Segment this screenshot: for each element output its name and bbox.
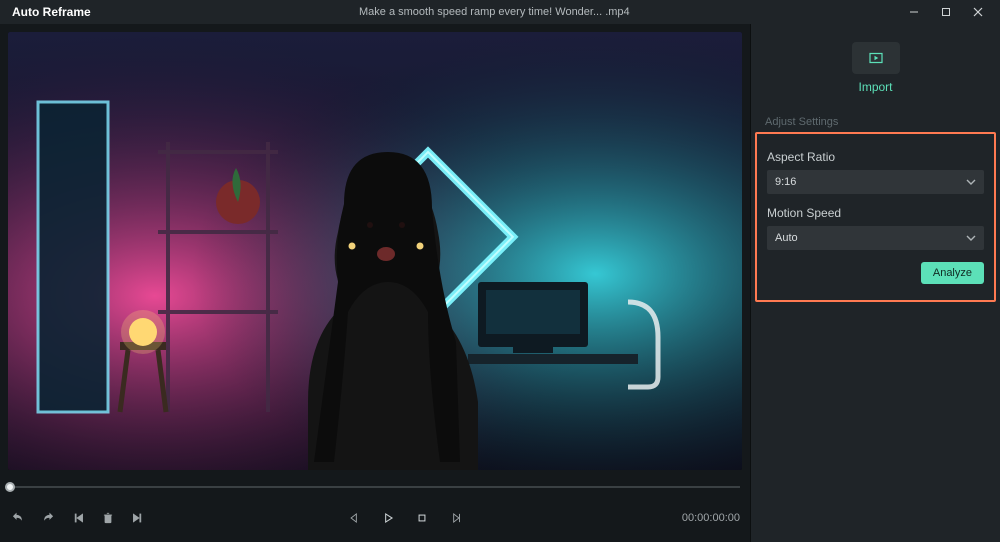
- maximize-button[interactable]: [930, 0, 962, 24]
- file-title: Make a smooth speed ramp every time! Won…: [91, 6, 898, 18]
- timeline-playhead[interactable]: [5, 482, 15, 492]
- video-frame-illustration: [8, 32, 742, 470]
- title-bar: Auto Reframe Make a smooth speed ramp ev…: [0, 0, 1000, 24]
- chevron-down-icon: [966, 233, 976, 243]
- aspect-ratio-value: 9:16: [775, 176, 796, 188]
- app-title: Auto Reframe: [6, 5, 91, 19]
- minimize-icon: [909, 7, 919, 17]
- jump-end-button[interactable]: [130, 510, 146, 526]
- step-forward-button[interactable]: [448, 510, 464, 526]
- window-buttons: [898, 0, 994, 24]
- analyze-button[interactable]: Analyze: [921, 262, 984, 284]
- stop-button[interactable]: [414, 510, 430, 526]
- aspect-ratio-select[interactable]: 9:16: [767, 170, 984, 194]
- delete-button[interactable]: [100, 510, 116, 526]
- motion-speed-label: Motion Speed: [767, 206, 984, 220]
- clip-icon: [867, 49, 885, 67]
- video-preview[interactable]: [8, 32, 742, 470]
- import-arrow-icon: [866, 0, 886, 2]
- motion-speed-value: Auto: [775, 232, 798, 244]
- timeline[interactable]: [10, 476, 740, 498]
- undo-button[interactable]: [10, 510, 26, 526]
- minimize-button[interactable]: [898, 0, 930, 24]
- preview-pane: 00:00:00:00: [0, 24, 750, 542]
- side-panel: Import Adjust Settings Aspect Ratio 9:16…: [750, 24, 1000, 542]
- timeline-track: [10, 486, 740, 488]
- aspect-ratio-label: Aspect Ratio: [767, 150, 984, 164]
- import-thumb: [852, 42, 900, 74]
- timecode-display: 00:00:00:00: [682, 512, 740, 524]
- close-icon: [973, 7, 983, 17]
- close-button[interactable]: [962, 0, 994, 24]
- maximize-icon: [941, 7, 951, 17]
- jump-start-button[interactable]: [70, 510, 86, 526]
- play-button[interactable]: [380, 510, 396, 526]
- chevron-down-icon: [966, 177, 976, 187]
- step-back-button[interactable]: [346, 510, 362, 526]
- redo-button[interactable]: [40, 510, 56, 526]
- settings-header: Adjust Settings: [751, 108, 1000, 132]
- import-block[interactable]: Import: [751, 24, 1000, 108]
- transport-controls: 00:00:00:00: [10, 500, 740, 536]
- import-label: Import: [858, 80, 892, 94]
- motion-speed-select[interactable]: Auto: [767, 226, 984, 250]
- settings-highlight: Aspect Ratio 9:16 Motion Speed Auto Anal…: [755, 132, 996, 302]
